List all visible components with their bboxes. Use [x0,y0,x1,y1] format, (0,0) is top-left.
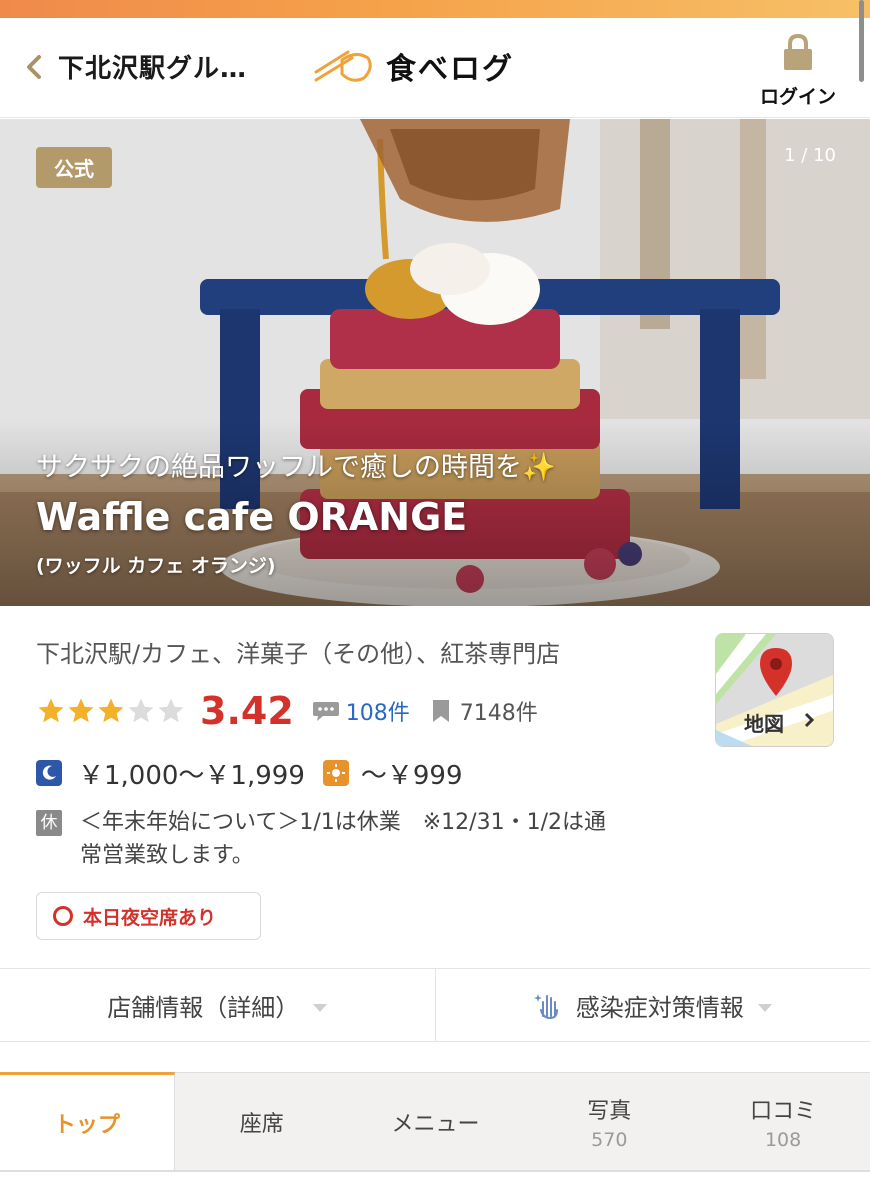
official-badge: 公式 [36,147,112,188]
holiday-text: ＜年末年始について＞1/1は休業 ※12/31・1/2は通 常営業致します。 [80,806,696,872]
star-filled-icon [98,698,124,723]
site-header: 下北沢駅グル… 食べログ ログイン [0,18,870,118]
tab-label: 写真 [587,1098,632,1124]
map-button[interactable]: 地図 [715,633,834,747]
tab-label: 口コミ [750,1098,817,1124]
star-empty-icon [128,698,154,723]
holiday-notice: 休 ＜年末年始について＞1/1は休業 ※12/31・1/2は通 常営業致します。 [36,806,696,872]
tab-count: 570 [591,1128,628,1151]
tab-seats[interactable]: 座席 [175,1073,349,1170]
hand-sparkle-icon [533,994,558,1020]
genre-line: 下北沢駅/カフェ、洋菓子（その他）、紅茶専門店 [36,640,561,668]
browser-top-strip [0,0,870,18]
tab-reviews[interactable]: 口コミ 108 [696,1073,870,1170]
vacancy-badge[interactable]: 本日夜空席あり [36,892,261,940]
tab-menu[interactable]: メニュー [349,1073,523,1170]
star-filled-icon [68,698,94,723]
star-rating [36,696,186,726]
holiday-icon: 休 [36,810,62,836]
chevron-left-icon [27,54,41,79]
info-bar: 店舗情報（詳細） 感染症対策情報 [0,968,870,1042]
rating-score: 3.42 [200,689,294,733]
login-button[interactable]: ログイン [752,32,844,109]
infection-info-label: 感染症対策情報 [575,993,744,1022]
hero-photo[interactable]: 公式 1 / 10 サクサクの絶品ワッフルで癒しの時間を✨ Waffle caf… [0,119,870,606]
dinner-price: ￥1,000～￥1,999 [78,760,305,791]
caret-down-icon [313,1004,328,1012]
caret-down-icon [757,1004,772,1012]
speech-bubble-icon [312,702,339,721]
restaurant-kana: (ワッフル カフェ オランジ) [36,555,276,577]
scrollbar[interactable] [859,0,864,82]
holiday-text-line1: ＜年末年始について＞1/1は休業 ※12/31・1/2は通 [80,810,606,835]
map-label: 地図 [744,712,784,736]
infection-info-button[interactable]: 感染症対策情報 [434,969,870,1041]
rating-row: 3.42 108件 7148件 [36,686,538,736]
store-info-label: 店舗情報（詳細） [107,993,300,1022]
back-link[interactable]: 下北沢駅グル… [22,48,247,85]
catchphrase: サクサクの絶品ワッフルで癒しの時間を✨ [36,452,556,483]
tab-count: 108 [764,1128,802,1151]
chopsticks-icon [314,50,372,82]
price-row: ￥1,000～￥1,999 ～￥999 [36,754,463,792]
circle-icon [53,906,73,926]
tab-label: メニュー [391,1111,480,1137]
tab-bar: トップ 座席 メニュー 写真 570 口コミ 108 [0,1072,870,1172]
vacancy-label: 本日夜空席あり [83,906,217,929]
restaurant-name: Waffle cafe ORANGE [36,495,468,539]
star-filled-icon [38,698,64,723]
back-link-label: 下北沢駅グル… [58,54,248,84]
lunch-price: ～￥999 [360,760,463,791]
tab-label: 座席 [239,1111,284,1137]
tabelog-logo[interactable]: 食べログ [312,44,514,88]
logo-text: 食べログ [386,52,514,87]
photo-counter: 1 / 10 [784,145,836,166]
review-count-link[interactable]: 108件 [346,695,410,727]
login-label: ログイン [759,86,836,108]
lock-icon [784,33,812,70]
moon-icon [36,760,62,786]
tab-photos[interactable]: 写真 570 [522,1073,696,1170]
save-count: 7148件 [459,701,538,726]
tab-top[interactable]: トップ [0,1072,175,1170]
sun-icon [322,760,349,786]
tab-label: トップ [53,1112,120,1138]
store-info-button[interactable]: 店舗情報（詳細） [0,969,435,1041]
bookmark-icon [432,700,449,722]
holiday-text-line2: 常営業致します。 [80,843,254,868]
star-empty-icon [158,698,184,723]
